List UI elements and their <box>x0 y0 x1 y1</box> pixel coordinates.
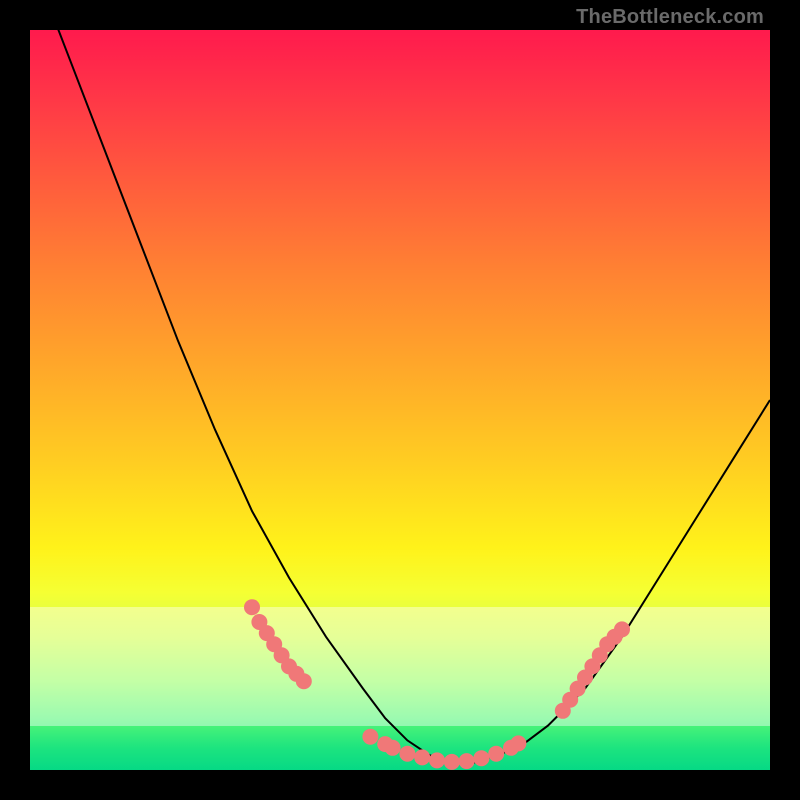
bottleneck-curve <box>30 30 770 763</box>
data-dot <box>429 752 445 768</box>
curve-layer <box>30 30 770 770</box>
data-dot <box>399 746 415 762</box>
data-dot <box>488 746 504 762</box>
watermark-text: TheBottleneck.com <box>576 6 764 29</box>
data-dot <box>244 599 260 615</box>
data-dot <box>414 749 430 765</box>
data-dot <box>459 753 475 769</box>
data-dot <box>444 754 460 770</box>
plot-frame <box>30 30 770 770</box>
data-dot <box>473 750 489 766</box>
data-dot <box>362 729 378 745</box>
data-dot <box>510 735 526 751</box>
data-dot <box>614 621 630 637</box>
data-dot <box>385 740 401 756</box>
data-dots <box>244 599 630 770</box>
data-dot <box>296 673 312 689</box>
